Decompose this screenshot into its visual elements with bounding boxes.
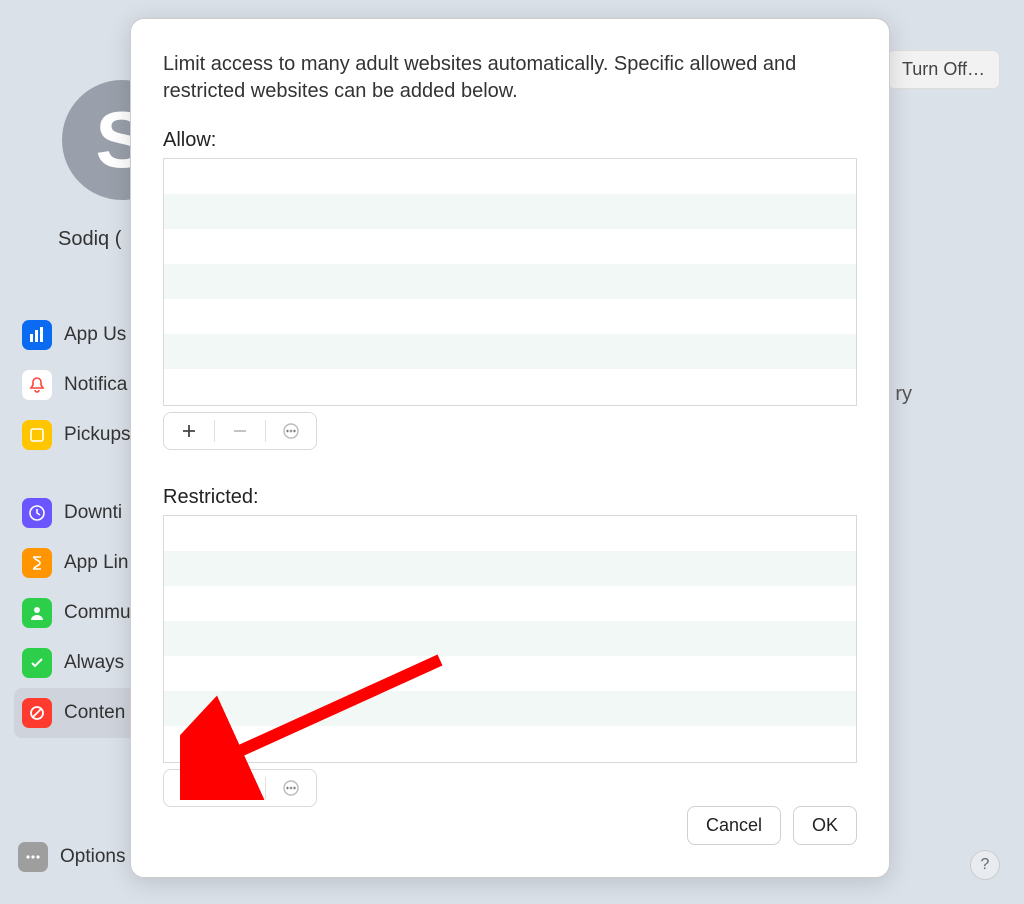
partial-text: ry (895, 383, 912, 406)
sidebar-item-label: Notifica (64, 374, 127, 396)
person-icon (22, 598, 52, 628)
bars-icon (22, 320, 52, 350)
ellipsis-icon (18, 842, 48, 872)
hourglass-icon (22, 548, 52, 578)
turn-off-button[interactable]: Turn Off… (887, 50, 1000, 89)
allow-add-button[interactable] (164, 413, 214, 449)
pickup-icon (22, 420, 52, 450)
restricted-listbox[interactable] (163, 515, 857, 763)
cancel-button[interactable]: Cancel (687, 806, 781, 845)
allow-remove-button[interactable] (215, 413, 265, 449)
sidebar-item-label: Commu (64, 602, 131, 624)
sidebar-item-label: Downti (64, 502, 122, 524)
sidebar-item-label: Always (64, 652, 124, 674)
restricted-label: Restricted: (163, 486, 857, 509)
check-icon (22, 648, 52, 678)
sidebar-item-label: App Lin (64, 552, 128, 574)
allow-list-toolbar (163, 412, 317, 450)
ok-button[interactable]: OK (793, 806, 857, 845)
allow-more-button[interactable] (266, 413, 316, 449)
options-button[interactable]: Options (18, 842, 125, 872)
dialog-description: Limit access to many adult websites auto… (163, 51, 857, 105)
dialog-footer: Cancel OK (687, 806, 857, 845)
sidebar-item-label: Conten (64, 702, 125, 724)
content-restrictions-dialog: Limit access to many adult websites auto… (130, 18, 890, 878)
options-label: Options (60, 846, 125, 868)
restricted-remove-button[interactable] (215, 770, 265, 806)
sidebar-item-label: Pickups (64, 424, 131, 446)
nosign-icon (22, 698, 52, 728)
bell-icon (22, 370, 52, 400)
allow-listbox[interactable] (163, 158, 857, 406)
allow-label: Allow: (163, 129, 857, 152)
restricted-more-button[interactable] (266, 770, 316, 806)
help-label: ? (981, 856, 990, 874)
clock-icon (22, 498, 52, 528)
help-button[interactable]: ? (970, 850, 1000, 880)
restricted-add-button[interactable] (164, 770, 214, 806)
sidebar-item-label: App Us (64, 324, 126, 346)
username-label: Sodiq ( (58, 228, 121, 251)
restricted-list-toolbar (163, 769, 317, 807)
